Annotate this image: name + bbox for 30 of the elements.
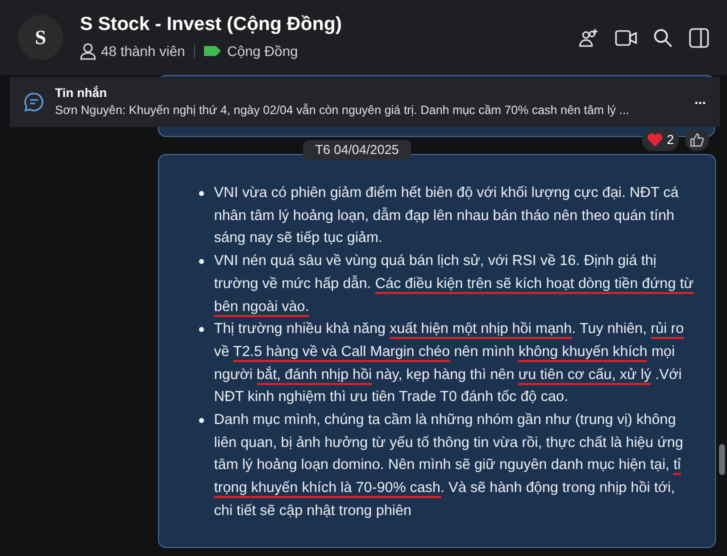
member-count[interactable]: 48 thành viên	[101, 40, 186, 62]
group-avatar[interactable]: S	[18, 15, 63, 60]
bullet-icon	[199, 327, 204, 332]
reaction-count: 2	[666, 131, 674, 150]
bullet-text: Thị trường nhiều khả năng xuất hiện một nhịp hồi mạnh. Tuy nhiên, rủi ro về T2.5 hàng về và Call Margin chéo nên mình không khuyến khích mọi người bắt, đánh nhịp hồi này, kẹp hàng thì nên ưu tiên cơ cấu, xử lý .Với NĐT kinh nghiệm thì ưu tiên Trade T0 đánh tốc độ cao.	[214, 320, 685, 408]
tag-icon	[204, 46, 222, 56]
pinned-label: Tin nhắn	[55, 85, 108, 102]
pinned-message-bar[interactable]: Tin nhắn Sơn Nguyên: Khuyến nghị thứ 4, ngày 02/04 vẫn còn nguyên giá trị. Danh mục cầm 70% cash nên tâm lý ... ...	[10, 77, 720, 127]
pinned-message-text: Sơn Nguyên: Khuyến nghị thứ 4, ngày 02/04 vẫn còn nguyên giá trị. Danh mục cầm 70% cash nên tâm lý ...	[55, 102, 630, 119]
more-options-button[interactable]: ...	[694, 92, 706, 112]
bullet-icon	[199, 259, 204, 264]
search-icon[interactable]	[653, 28, 673, 48]
video-call-icon[interactable]	[615, 28, 637, 46]
thumbs-up-icon	[690, 133, 704, 147]
bullet-text: Danh mục mình, chúng ta cầm là những nhóm gần như (trung vị) không liên quan, bị ảnh hưởng từ yếu tố thông tin vừa rồi, thực chất là hiệu ứng tâm lý hoảng loạn domino. Nên mình sẽ giữ nguyên danh mục hiện tại, tỉ trọng khuyến khích là 70-90% cash. Và sẽ hành động trong nhịp hồi tới, chi tiết sẽ cập nhật trong phiên	[214, 411, 684, 521]
heart-icon	[646, 133, 663, 147]
category-label[interactable]: Cộng Đồng	[227, 40, 298, 62]
like-button[interactable]	[685, 129, 709, 151]
heart-reaction[interactable]: 2	[642, 129, 679, 151]
chat-bubble-icon	[24, 92, 44, 112]
side-panel-icon[interactable]	[689, 28, 709, 48]
bullet-icon	[199, 418, 204, 424]
group-title: S Stock - Invest (Cộng Đồng)	[80, 13, 342, 37]
bullet-text: VNI nén quá sâu về vùng quá bán lịch sử, với RSI về 16. Định giá thị trường về mức hấp dẫn. Các điều kiện trên sẽ kích hoạt dòng tiền đứng từ bên ngoài vào.	[214, 252, 695, 318]
add-member-icon[interactable]	[579, 28, 599, 48]
scrollbar-thumb[interactable]	[719, 444, 725, 475]
person-icon	[80, 42, 96, 60]
date-separator: T6 04/04/2025	[303, 140, 411, 160]
bullet-icon	[199, 191, 204, 196]
bullet-text: VNI vừa có phiên giảm điểm hết biên độ với khối lượng cực đại. NĐT cá nhân tâm lý hoảng loạn, dẫm đạp lên nhau bán tháo nên theo quán tính sáng nay sẽ tiếp tục giảm.	[214, 184, 680, 248]
